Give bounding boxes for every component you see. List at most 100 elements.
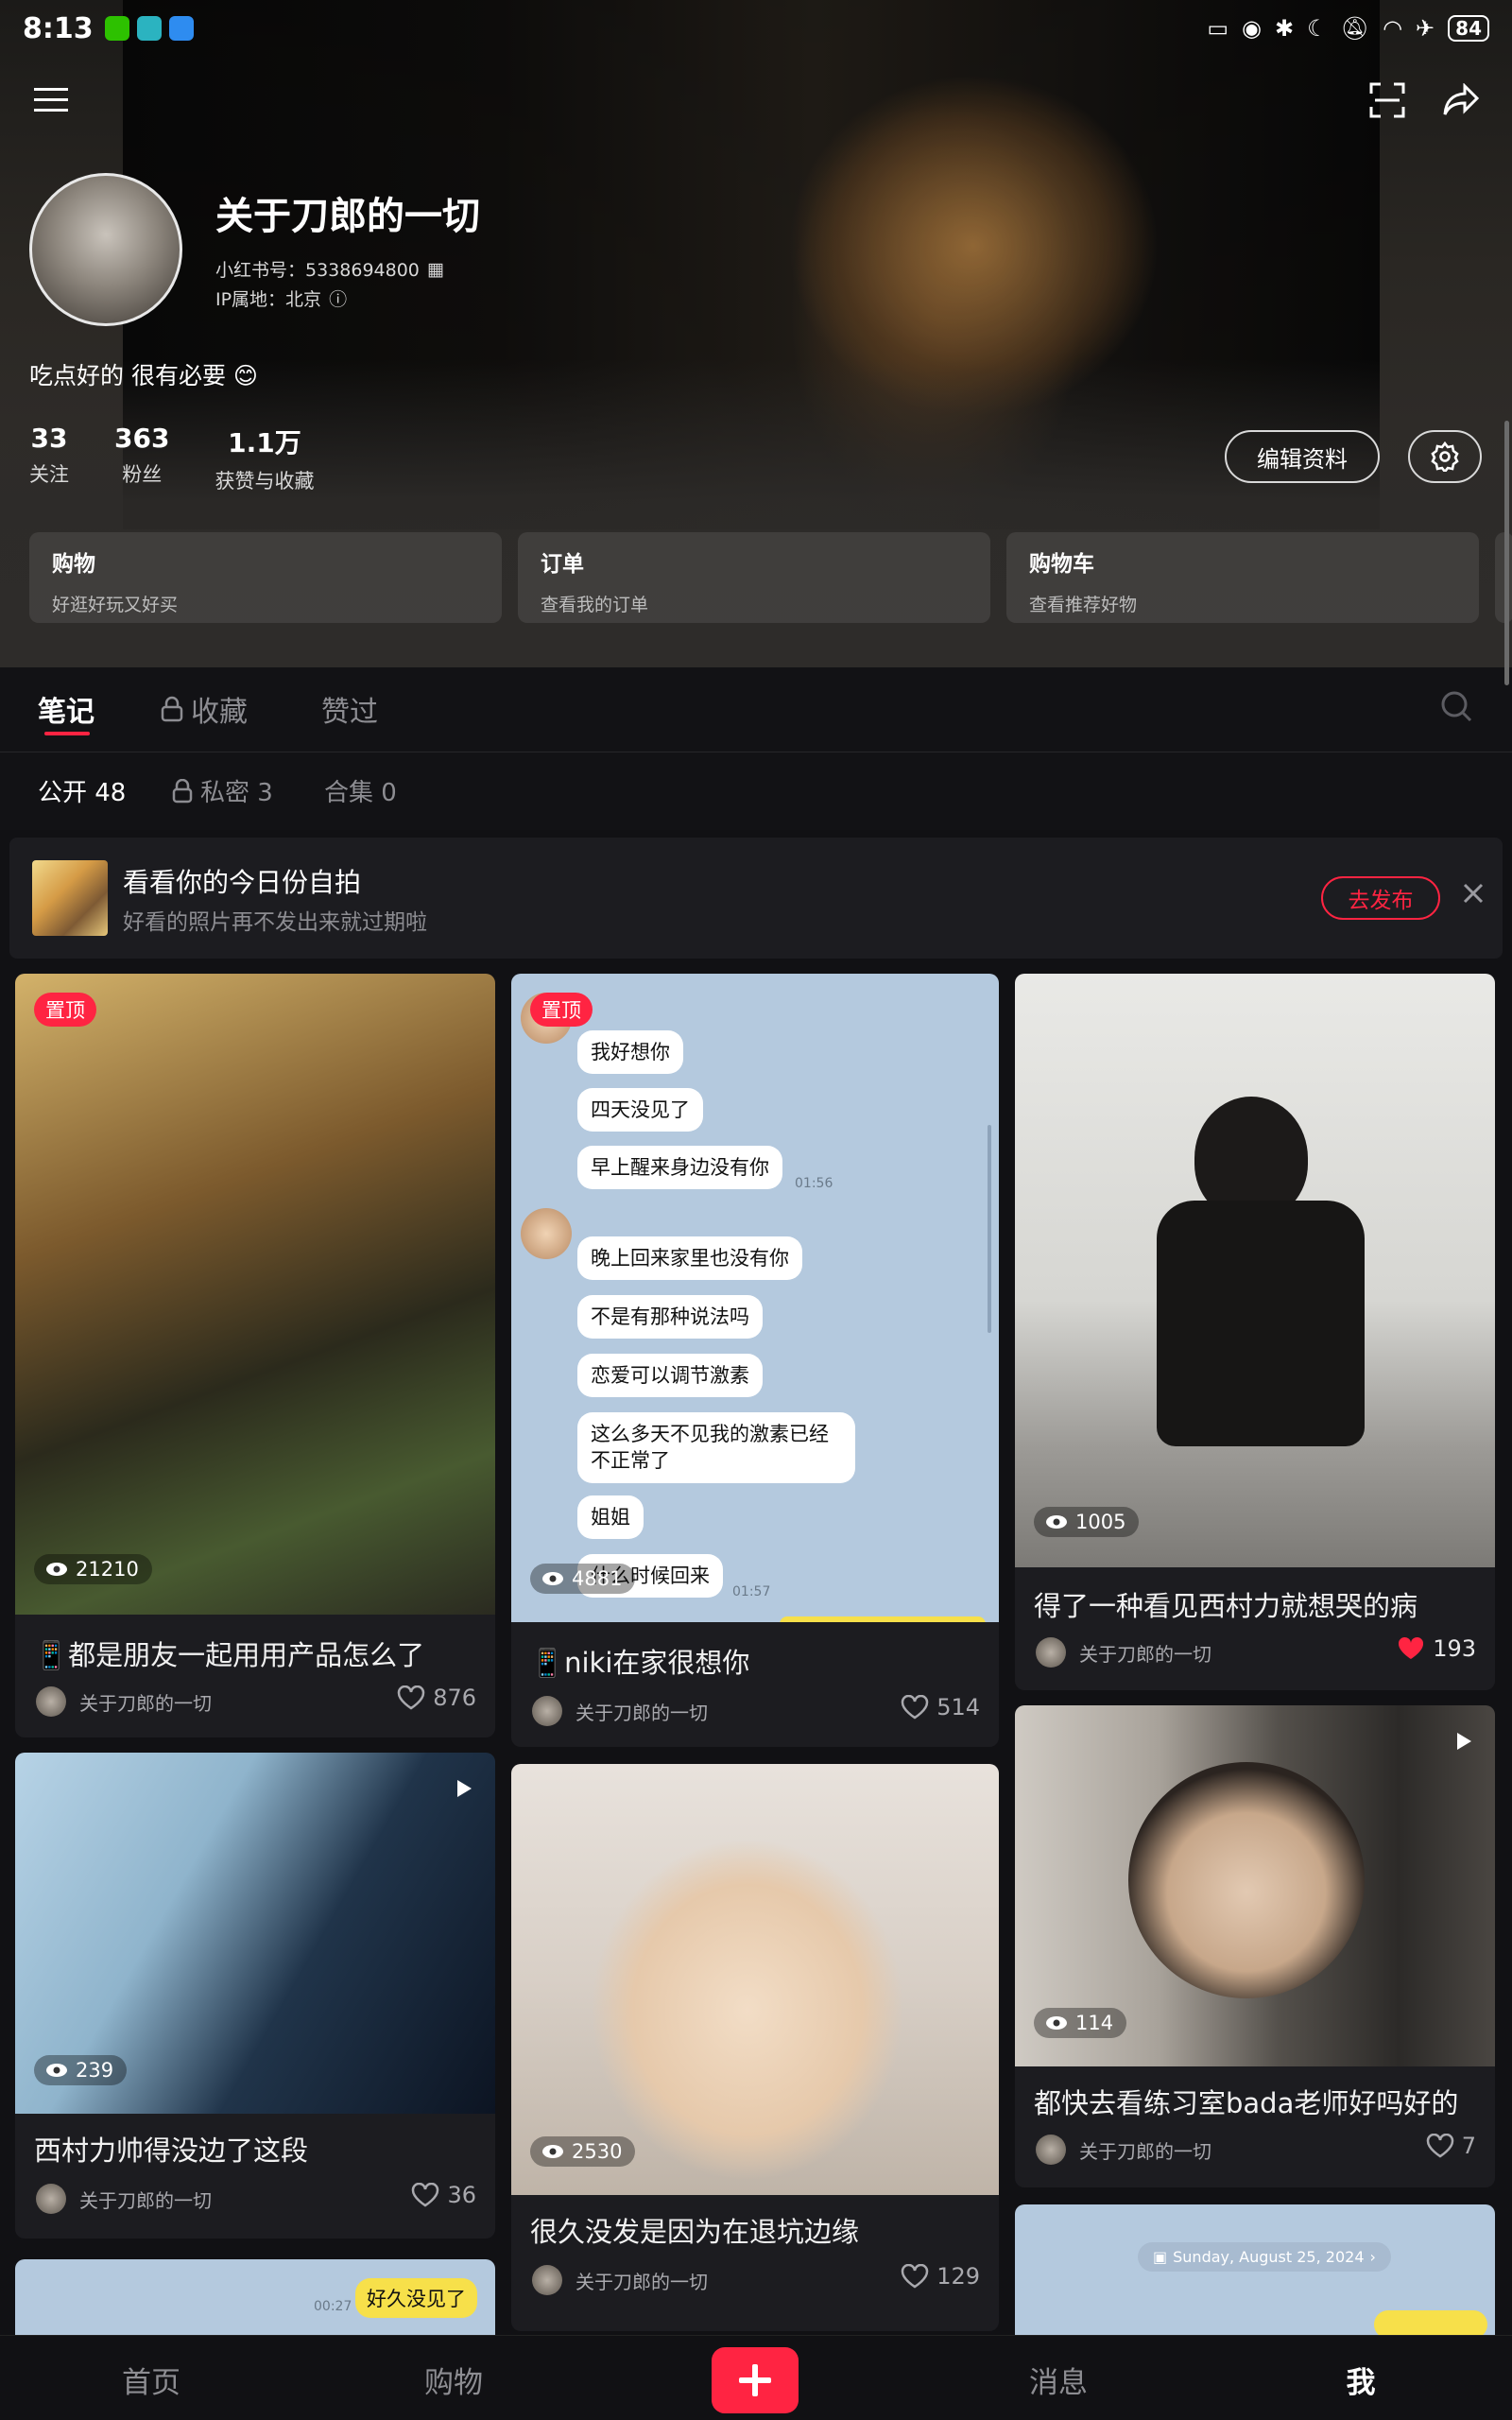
eye-icon [542, 2145, 563, 2158]
bottom-navigation: 首页 购物 消息 我 [0, 2335, 1512, 2420]
note-author[interactable]: 关于刀郎的一切 [1036, 1637, 1211, 1668]
play-icon [455, 1779, 472, 1802]
cast-icon: ▭ [1207, 15, 1229, 42]
like-button[interactable]: 514 [901, 1694, 980, 1720]
nav-me[interactable]: 我 [1295, 2359, 1427, 2401]
filter-private[interactable]: 私密 3 [172, 773, 273, 808]
note-title: 📱都是朋友一起用用产品怎么了 [34, 1639, 425, 1671]
plus-icon [739, 2364, 771, 2396]
selfie-prompt-banner: 看看你的今日份自拍 好看的照片再不发出来就过期啦 去发布 [9, 838, 1503, 959]
nav-messages[interactable]: 消息 [992, 2359, 1125, 2401]
note-card[interactable]: 1005 得了一种看见西村力就想哭的病 关于刀郎的一切 193 [1015, 974, 1495, 1690]
note-card[interactable]: 2530 很久没发是因为在退坑边缘 关于刀郎的一切 129 [511, 1764, 999, 2331]
avatar [521, 1208, 572, 1259]
heart-icon [901, 2264, 929, 2289]
avatar [36, 2184, 66, 2214]
avatar [36, 1686, 66, 1717]
like-button[interactable]: 36 [411, 2182, 476, 2208]
note-cover-image [1015, 974, 1495, 1567]
note-author[interactable]: 关于刀郎的一切 [532, 1696, 708, 1726]
pinned-badge: 置顶 [34, 993, 96, 1027]
scrollbar[interactable] [1504, 421, 1509, 685]
note-author[interactable]: 关于刀郎的一切 [532, 2265, 708, 2295]
like-button[interactable]: 193 [1397, 1635, 1476, 1662]
shopping-card[interactable]: 购物 好逛好玩又好买 [29, 532, 502, 623]
airplane-icon: ✈ [1416, 15, 1435, 42]
like-button[interactable]: 876 [397, 1685, 476, 1711]
moon-icon: ☾ [1307, 15, 1328, 42]
view-count: 1005 [1034, 1507, 1140, 1537]
more-card[interactable] [1495, 532, 1512, 623]
tab-collections[interactable]: 收藏 [161, 688, 248, 730]
eye-icon: ◉ [1242, 15, 1262, 42]
note-title: 得了一种看见西村力就想哭的病 [1034, 1590, 1418, 1622]
tab-notes[interactable]: 笔记 [38, 688, 94, 730]
chat-bubble: 晚上回来家里也没有你 [577, 1236, 802, 1281]
qr-code-icon[interactable]: ▦ [427, 259, 444, 280]
note-author[interactable]: 关于刀郎的一切 [36, 1686, 212, 1717]
heart-icon [397, 1685, 425, 1710]
cart-card[interactable]: 购物车 查看推荐好物 [1006, 532, 1479, 623]
scan-icon[interactable] [1361, 74, 1414, 127]
publish-button[interactable]: 去发布 [1321, 876, 1440, 920]
note-card[interactable]: 我好想你 四天没见了 早上醒来身边没有你 01:56 晚上回来家里也没有你 不是… [511, 974, 999, 1747]
note-cover-image [15, 974, 495, 1615]
stat-likes[interactable]: 1.1万 获赞与收藏 [215, 423, 314, 494]
calendar-icon: ▣ [1153, 2248, 1168, 2266]
chat-screenshot-cover: 我好想你 四天没见了 早上醒来身边没有你 01:56 晚上回来家里也没有你 不是… [511, 974, 999, 1622]
settings-button[interactable] [1408, 430, 1482, 483]
menu-icon[interactable] [25, 74, 77, 127]
close-icon[interactable] [1459, 879, 1487, 911]
filter-albums[interactable]: 合集 0 [324, 773, 397, 808]
chevron-right-icon: › [1369, 2248, 1376, 2266]
wifi-icon: ◠ [1383, 15, 1403, 42]
heart-icon [901, 1695, 929, 1720]
chat-bubble: 这么多天不见我的激素已经不正常了 [577, 1412, 855, 1483]
note-card[interactable]: 置顶 21210 📱都是朋友一起用用产品怎么了 关于刀郎的一切 876 [15, 974, 495, 1737]
share-icon[interactable] [1435, 74, 1487, 127]
note-card[interactable]: 239 西村力帅得没边了这段 关于刀郎的一切 36 [15, 1753, 495, 2238]
filter-public[interactable]: 公开 48 [38, 773, 126, 808]
info-icon[interactable]: ⓘ [329, 285, 347, 311]
avatar [532, 1696, 562, 1726]
view-count: 21210 [34, 1554, 152, 1584]
like-button[interactable]: 7 [1426, 2133, 1476, 2159]
profile-name: 关于刀郎的一切 [215, 195, 480, 238]
note-title: 很久没发是因为在退坑边缘 [530, 2216, 860, 2248]
like-button[interactable]: 129 [901, 2263, 980, 2290]
note-card[interactable]: 114 都快去看练习室bada老师好吗好的 关于刀郎的一切 7 [1015, 1705, 1495, 2187]
edit-profile-button[interactable]: 编辑资料 [1225, 430, 1380, 483]
ip-location: IP属地：北京 ⓘ [215, 285, 347, 311]
nav-shop[interactable]: 购物 [387, 2359, 520, 2401]
stat-following[interactable]: 33 关注 [29, 423, 69, 494]
eye-icon [1046, 2016, 1067, 2030]
wechat-icon [104, 16, 129, 41]
create-post-button[interactable] [712, 2347, 799, 2413]
heart-icon [1426, 2134, 1453, 2158]
orders-card[interactable]: 订单 查看我的订单 [518, 532, 990, 623]
chat-bubble: 我好想你 [577, 1030, 683, 1075]
eye-icon [542, 1572, 563, 1585]
chat-bubble: 早上醒来身边没有你 [577, 1146, 782, 1190]
tab-liked[interactable]: 赞过 [321, 688, 378, 730]
note-title: 西村力帅得没边了这段 [34, 2135, 309, 2167]
eye-icon [46, 2064, 67, 2077]
red-id: 小红书号：5338694800 ▦ [215, 258, 444, 282]
avatar[interactable] [29, 173, 182, 326]
status-time: 8:13 [23, 11, 94, 45]
mute-icon: 🔕︎ [1340, 15, 1370, 42]
profile-stats: 33 关注 363 粉丝 1.1万 获赞与收藏 [29, 423, 359, 494]
status-bar: 8:13 ▭ ◉ ✱ ☾ 🔕︎ ◠ ✈ 84 [0, 0, 1512, 57]
nav-home[interactable]: 首页 [85, 2359, 217, 2401]
avatar [532, 2265, 562, 2295]
cloud-icon [168, 16, 194, 41]
note-card[interactable]: ▣ Sunday, August 25, 2024 › [1015, 2204, 1495, 2335]
note-author[interactable]: 关于刀郎的一切 [36, 2184, 212, 2214]
stat-followers[interactable]: 363 粉丝 [114, 423, 169, 494]
note-card[interactable]: 00:27 好久没见了 [15, 2259, 495, 2335]
note-author[interactable]: 关于刀郎的一切 [1036, 2135, 1211, 2165]
eye-icon [1046, 1515, 1067, 1529]
search-icon[interactable] [1440, 690, 1472, 726]
chat-bubble: 好久没见了 [355, 2278, 477, 2318]
banner-thumbnail [32, 860, 108, 936]
